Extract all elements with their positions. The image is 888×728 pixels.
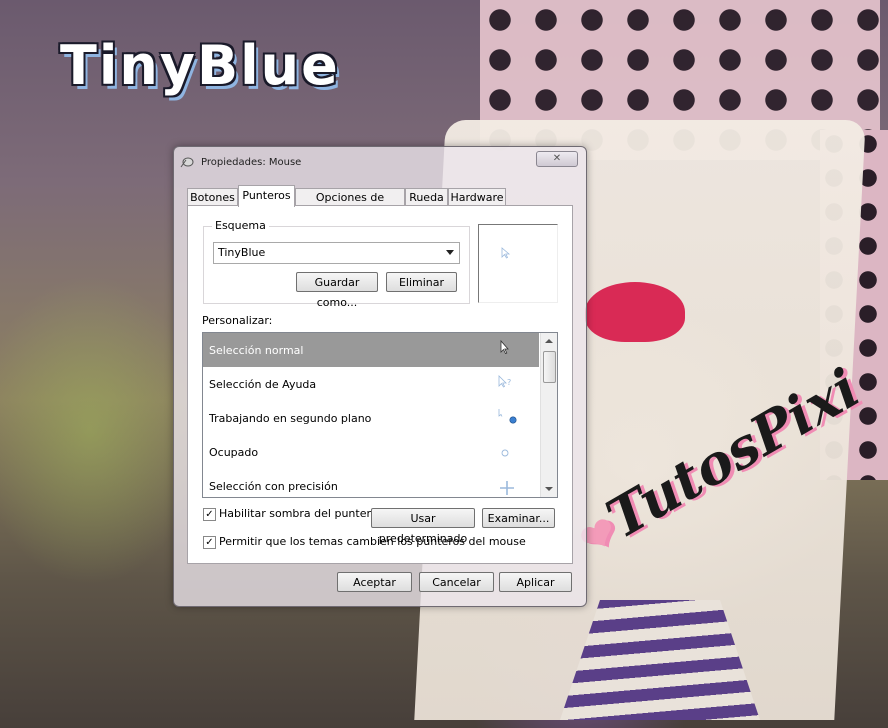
browse-button[interactable]: Examinar...	[482, 508, 555, 528]
delete-scheme-button[interactable]: Eliminar	[386, 272, 457, 292]
help-cursor-icon: ?	[498, 375, 511, 388]
shadow-checkbox-label: Habilitar sombra del puntero	[219, 507, 378, 520]
preview-arrow-icon	[501, 247, 511, 259]
arrow-icon	[500, 339, 509, 355]
cancel-button[interactable]: Cancelar	[419, 572, 494, 592]
shadow-checkbox[interactable]: ✓	[203, 508, 216, 521]
list-item-label: Selección de Ayuda	[209, 378, 317, 391]
scheme-dropdown[interactable]: TinyBlue	[213, 242, 460, 264]
list-item-precision-select[interactable]: Selección con precisión	[203, 469, 539, 497]
tab-rueda[interactable]: Rueda	[405, 188, 448, 206]
tab-opciones-de-puntero[interactable]: Opciones de puntero	[295, 188, 405, 221]
scroll-down-arrow-icon[interactable]	[545, 487, 553, 491]
scroll-thumb[interactable]	[543, 351, 556, 383]
tinyblue-logo: TinyBlue	[60, 34, 340, 97]
list-item-label: Selección normal	[209, 344, 304, 357]
crosshair-icon	[500, 481, 514, 495]
list-item-help-select[interactable]: Selección de Ayuda ?	[203, 367, 539, 401]
tab-hardware[interactable]: Hardware	[448, 188, 506, 206]
chevron-down-icon	[446, 250, 454, 255]
themes-checkbox[interactable]: ✓	[203, 536, 216, 549]
background-red-beret	[585, 282, 685, 342]
themes-checkbox-label: Permitir que los temas cambien los punte…	[219, 535, 526, 548]
tab-botones[interactable]: Botones	[187, 188, 238, 206]
list-item-label: Selección con precisión	[209, 480, 338, 493]
mouse-icon	[180, 157, 194, 168]
scheme-label: Esquema	[212, 219, 269, 232]
scheme-groupbox: Esquema TinyBlue Guardar como... Elimina…	[203, 219, 470, 309]
apply-button[interactable]: Aplicar	[499, 572, 572, 592]
title-bar: Propiedades: Mouse ✕	[174, 147, 586, 177]
list-item-label: Trabajando en segundo plano	[209, 412, 372, 425]
busy-icon	[501, 449, 509, 457]
list-item-busy[interactable]: Ocupado	[203, 435, 539, 469]
customize-label: Personalizar:	[202, 314, 273, 327]
window-title: Propiedades: Mouse	[201, 157, 302, 168]
svg-text:?: ?	[507, 378, 511, 387]
scroll-up-arrow-icon[interactable]	[545, 339, 553, 343]
list-item-label: Ocupado	[209, 446, 259, 459]
busy-background-icon	[498, 409, 517, 424]
mouse-properties-dialog: Propiedades: Mouse ✕ Botones Punteros Op…	[173, 146, 587, 607]
list-item-background-working[interactable]: Trabajando en segundo plano	[203, 401, 539, 435]
list-scrollbar[interactable]	[540, 333, 557, 497]
tab-punteros[interactable]: Punteros	[238, 185, 295, 207]
scheme-dropdown-value: TinyBlue	[218, 246, 266, 259]
tab-panel-punteros: Esquema TinyBlue Guardar como... Elimina…	[187, 205, 573, 564]
cursor-list[interactable]: Selección normal Selección de Ayuda ? Tr…	[202, 332, 558, 498]
save-as-button[interactable]: Guardar como...	[296, 272, 378, 309]
close-button[interactable]: ✕	[536, 151, 578, 167]
cursor-preview	[478, 224, 558, 303]
list-item-normal-select[interactable]: Selección normal	[203, 333, 539, 367]
ok-button[interactable]: Aceptar	[337, 572, 412, 592]
use-default-button[interactable]: Usar predeterminado	[371, 508, 475, 545]
dialog-client-area: Botones Punteros Opciones de puntero Rue…	[181, 177, 577, 597]
